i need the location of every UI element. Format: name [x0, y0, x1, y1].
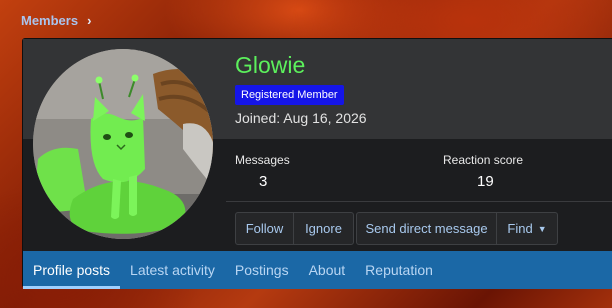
member-profile-card: Glowie Registered Member Joined: Aug 16,… — [22, 38, 612, 289]
avatar[interactable] — [33, 49, 213, 239]
username: Glowie — [235, 52, 306, 78]
find-dropdown-button[interactable]: Find ▼ — [496, 212, 558, 245]
divider — [226, 201, 612, 202]
role-badge: Registered Member — [235, 85, 344, 105]
messages-label: Messages — [235, 153, 290, 167]
messages-count[interactable]: 3 — [259, 173, 267, 190]
send-direct-message-button[interactable]: Send direct message — [356, 212, 497, 245]
tab-latest-activity[interactable]: Latest activity — [120, 251, 225, 289]
joined-date: Joined: Aug 16, 2026 — [235, 110, 367, 126]
caret-down-icon: ▼ — [537, 223, 547, 234]
reaction-score-label: Reaction score — [443, 153, 524, 167]
breadcrumb: Members › — [21, 13, 91, 28]
tab-postings[interactable]: Postings — [225, 251, 299, 289]
joined-label: Joined: — [235, 110, 281, 126]
tab-about[interactable]: About — [299, 251, 356, 289]
find-label: Find — [507, 221, 533, 236]
reaction-score-value[interactable]: 19 — [477, 173, 494, 190]
breadcrumb-members-link[interactable]: Members — [21, 13, 78, 28]
follow-button[interactable]: Follow — [235, 212, 294, 245]
green-cat-avatar-image — [33, 49, 213, 239]
chevron-right-icon: › — [87, 13, 92, 28]
tab-reputation[interactable]: Reputation — [355, 251, 443, 289]
ignore-button[interactable]: Ignore — [293, 212, 354, 245]
profile-tabs: Profile posts Latest activity Postings A… — [23, 251, 612, 289]
tab-profile-posts[interactable]: Profile posts — [23, 251, 121, 289]
joined-value: Aug 16, 2026 — [283, 110, 367, 126]
